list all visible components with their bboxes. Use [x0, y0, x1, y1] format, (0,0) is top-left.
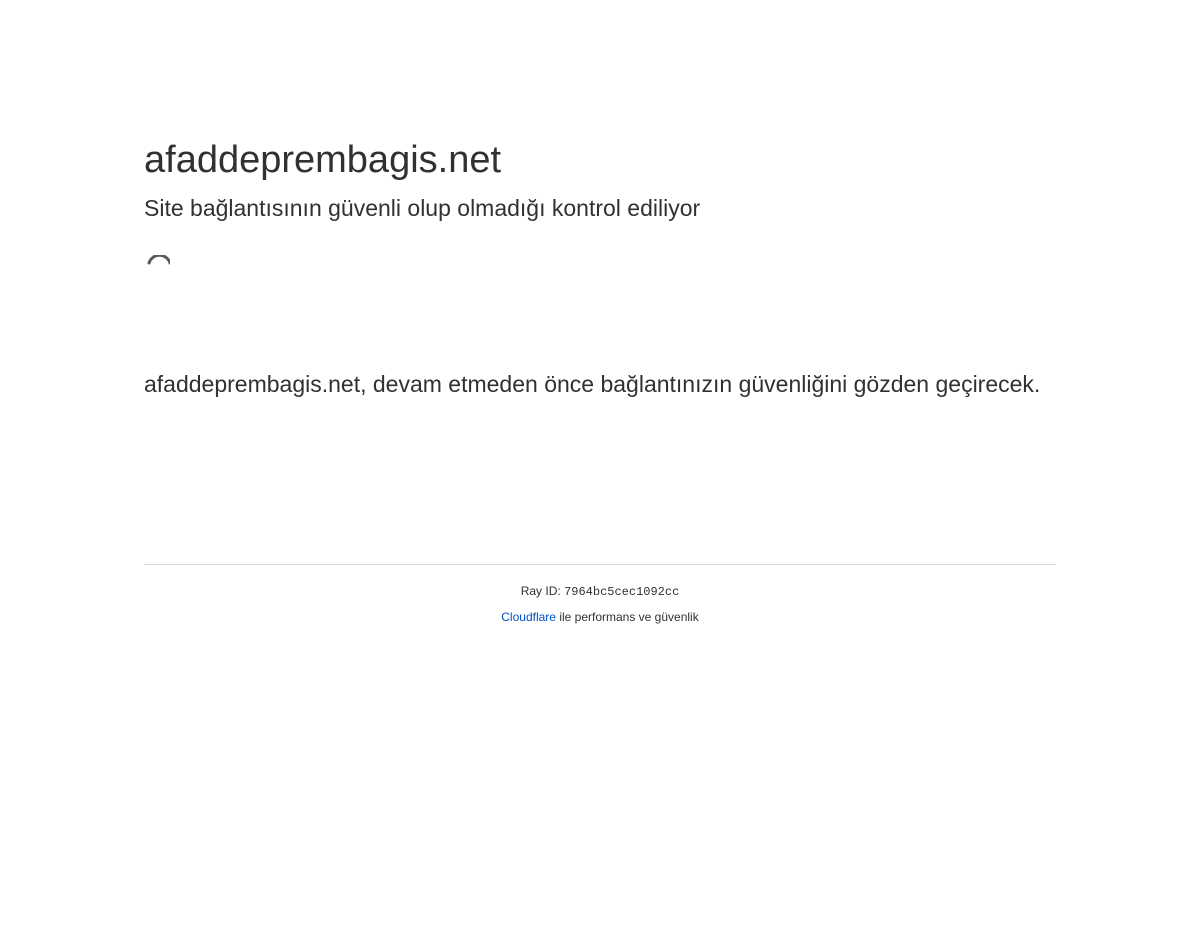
cloudflare-link[interactable]: Cloudflare [501, 610, 556, 624]
security-check-message: afaddeprembagis.net, devam etmeden önce … [144, 371, 1041, 397]
performance-text: ile performans ve güvenlik [559, 610, 699, 624]
page-subtitle: Site bağlantısının güvenli olup olmadığı… [144, 195, 701, 221]
site-title: afaddeprembagis.net [144, 139, 502, 181]
ray-id-label: Ray ID: [520, 584, 561, 598]
performance-line: Cloudflare ile performans ve güvenlik [144, 608, 1056, 626]
ray-id-line: Ray ID: 7964bc5cec1092cc [144, 582, 1056, 601]
loading-spinner-icon [146, 253, 172, 279]
footer: Ray ID: 7964bc5cec1092cc Cloudflare ile … [144, 564, 1056, 624]
ray-id-value: 7964bc5cec1092cc [564, 585, 680, 599]
